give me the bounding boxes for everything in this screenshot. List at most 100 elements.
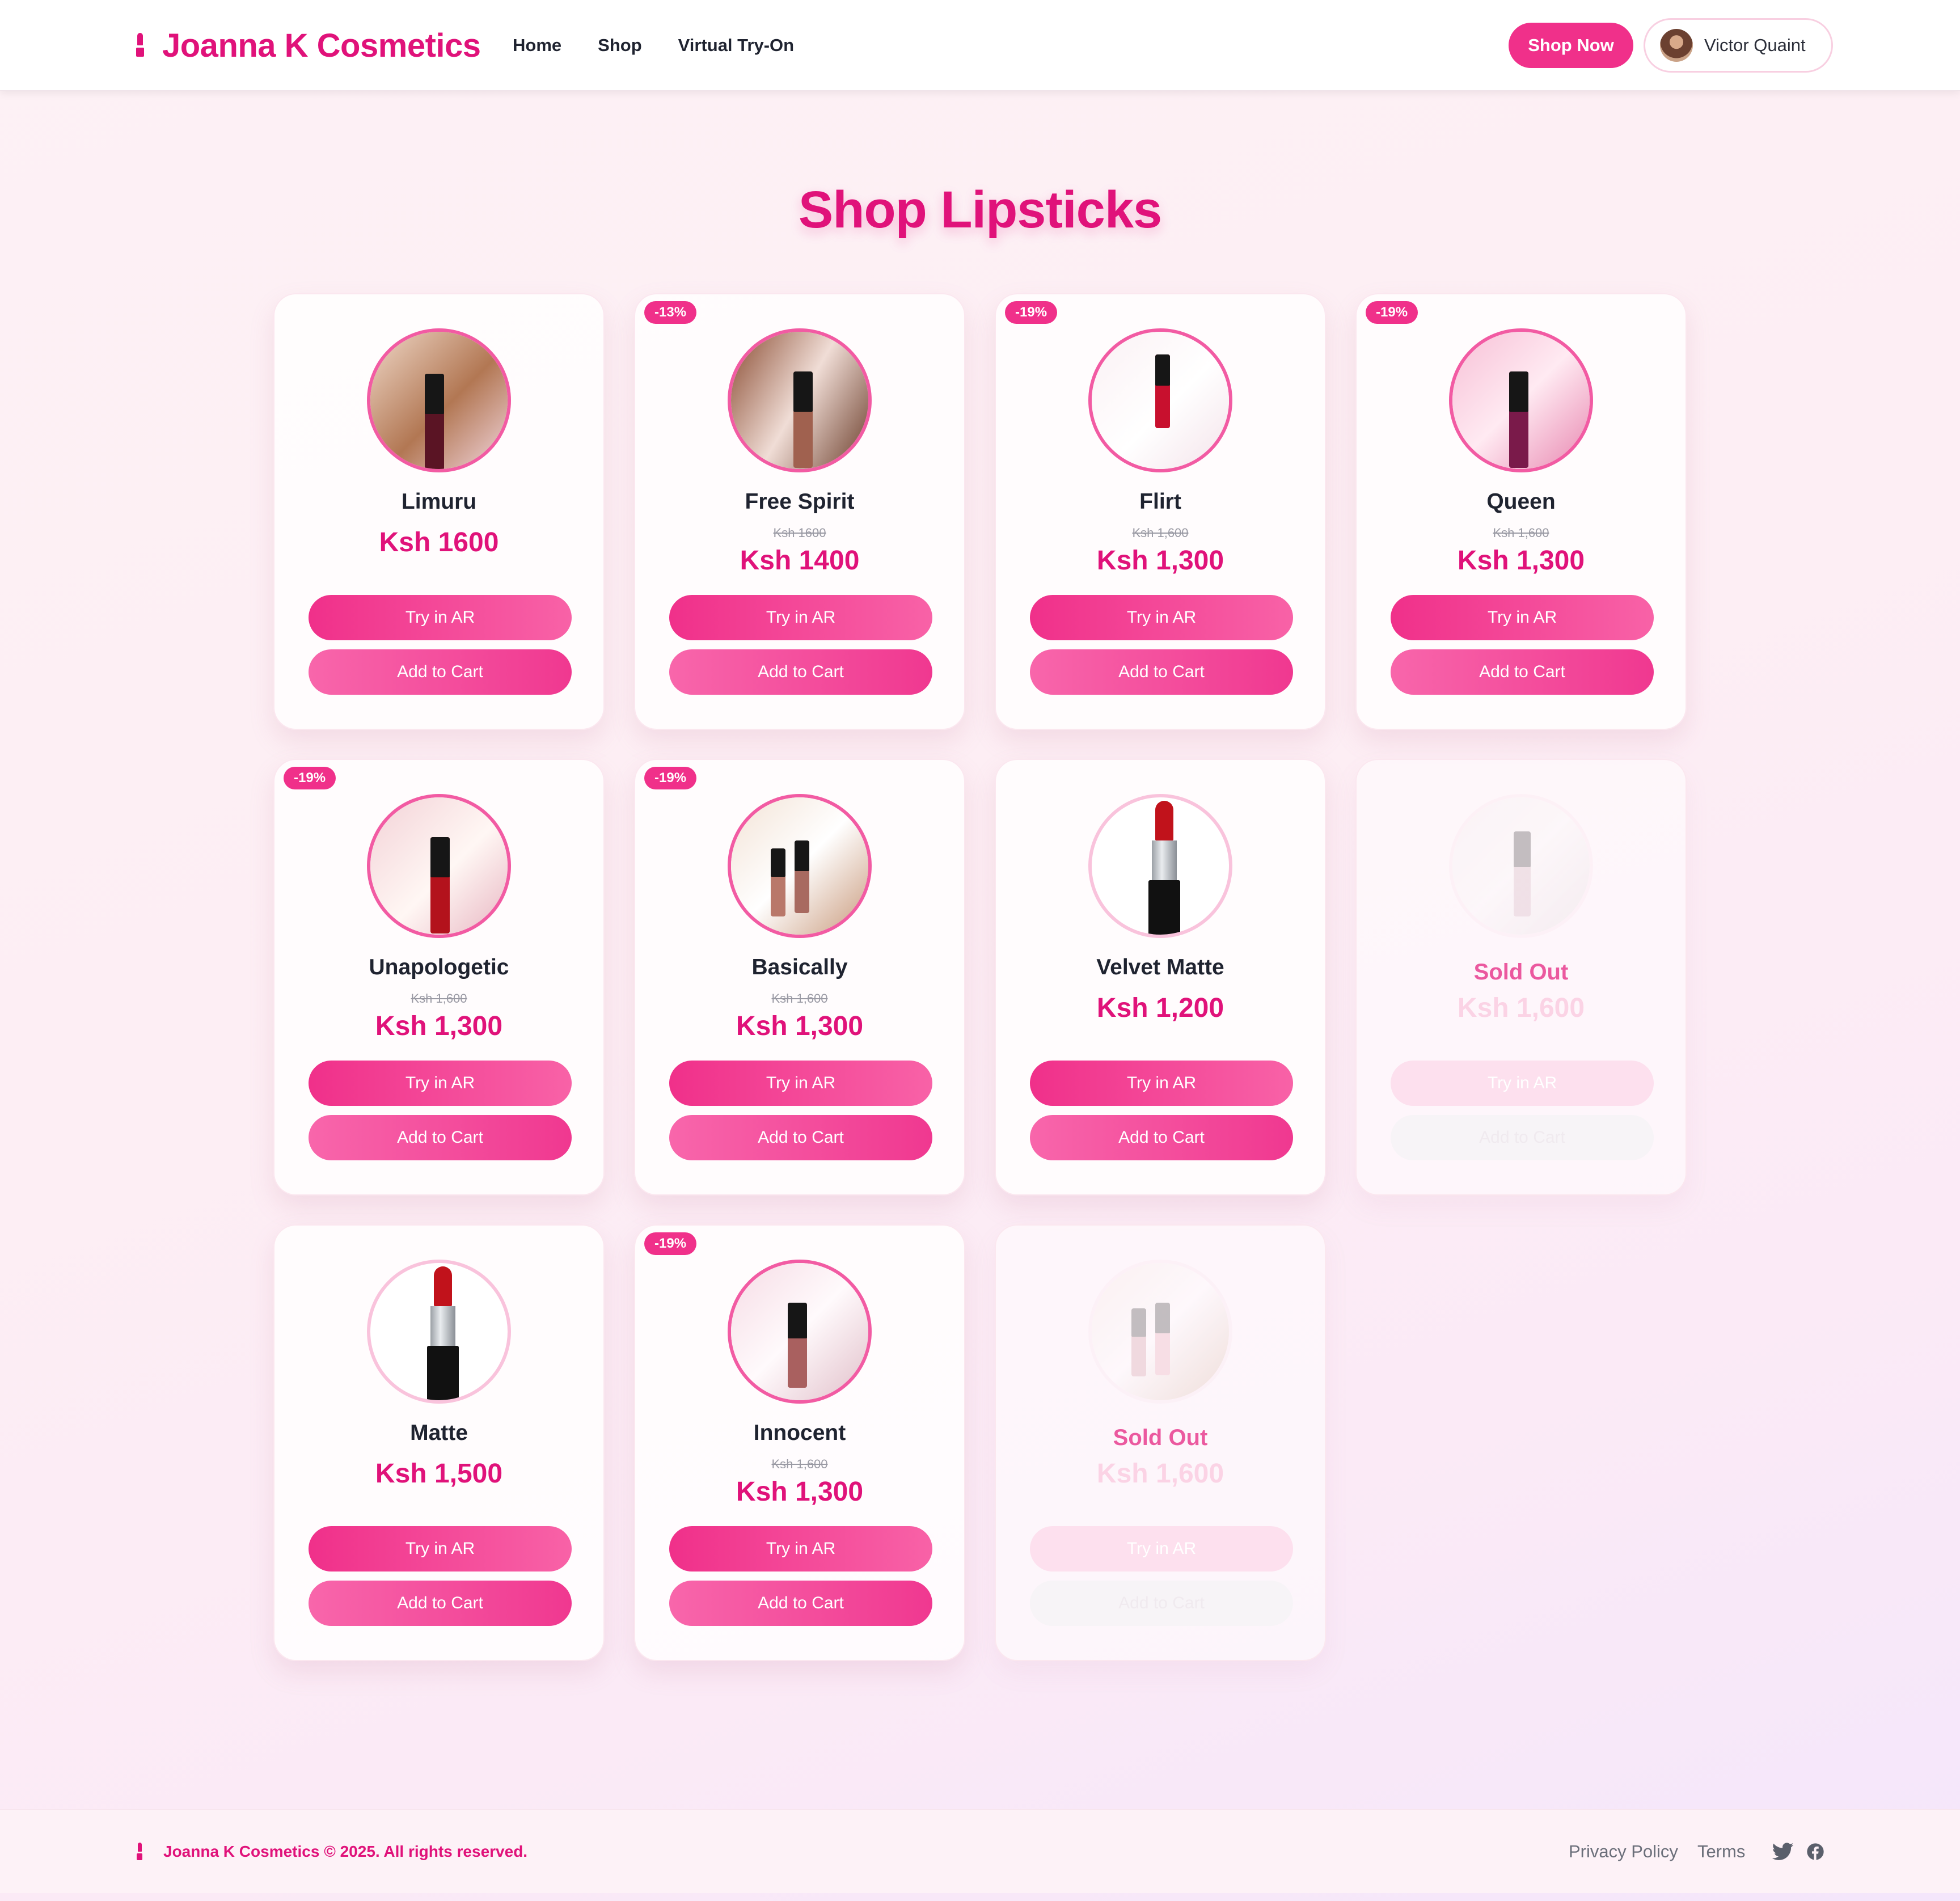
page-title: Shop Lipsticks	[798, 181, 1162, 239]
product-price: Ksh 1600	[379, 527, 499, 557]
product-image[interactable]	[367, 1260, 511, 1404]
site-footer: Joanna K Cosmetics © 2025. All rights re…	[0, 1809, 1960, 1893]
privacy-policy-link[interactable]: Privacy Policy	[1569, 1841, 1678, 1862]
try-in-ar-button[interactable]: Try in AR	[1391, 595, 1654, 640]
add-to-cart-button[interactable]: Add to Cart	[669, 1581, 932, 1626]
product-card: -19% Basically Ksh 1,600 Ksh 1,300 Try i…	[634, 759, 965, 1195]
product-card: -19% Flirt Ksh 1,600 Ksh 1,300 Try in AR…	[995, 293, 1326, 730]
add-to-cart-button: Add to Cart	[1391, 1115, 1654, 1160]
product-card: -19% Unapologetic Ksh 1,600 Ksh 1,300 Tr…	[273, 759, 605, 1195]
nav-virtual-try-on[interactable]: Virtual Try-On	[678, 35, 794, 56]
original-price: Ksh 1600	[773, 526, 826, 540]
social-links	[1772, 1843, 1824, 1861]
lipstick-icon	[136, 1843, 143, 1861]
product-name: Limuru	[401, 489, 477, 514]
try-in-ar-button[interactable]: Try in AR	[309, 1061, 572, 1106]
product-name: Free Spirit	[745, 489, 855, 514]
discount-badge: -19%	[284, 767, 336, 789]
facebook-icon[interactable]	[1806, 1843, 1824, 1861]
avatar	[1660, 29, 1693, 62]
product-name: Queen	[1486, 489, 1556, 514]
original-price: Ksh 1,600	[771, 991, 828, 1006]
add-to-cart-button: Add to Cart	[1030, 1581, 1293, 1626]
lipstick-icon	[135, 33, 145, 58]
try-in-ar-button[interactable]: Try in AR	[669, 595, 932, 640]
footer-links: Privacy Policy Terms	[1569, 1835, 1824, 1869]
add-to-cart-button[interactable]: Add to Cart	[1030, 1115, 1293, 1160]
product-card: -19% Queen Ksh 1,600 Ksh 1,300 Try in AR…	[1355, 293, 1687, 730]
add-to-cart-button[interactable]: Add to Cart	[309, 649, 572, 695]
product-price: Ksh 1,300	[375, 1011, 503, 1041]
original-price: Ksh 1,600	[411, 991, 467, 1006]
product-image[interactable]	[1449, 328, 1593, 472]
original-price: Ksh 1,600	[771, 1457, 828, 1471]
try-in-ar-button[interactable]: Try in AR	[309, 595, 572, 640]
product-card: Velvet Matte Ksh 1,200 Try in AR Add to …	[995, 759, 1326, 1195]
product-name: Unapologetic	[369, 955, 509, 979]
product-image	[1088, 1260, 1232, 1404]
product-price: Ksh 1,600	[1096, 1459, 1224, 1489]
brand-name[interactable]: Joanna K Cosmetics	[162, 27, 481, 65]
shop-now-button[interactable]: Shop Now	[1509, 23, 1633, 68]
product-card: -19% Innocent Ksh 1,600 Ksh 1,300 Try in…	[634, 1224, 965, 1661]
product-name: Velvet Matte	[1096, 955, 1224, 979]
user-menu[interactable]: Victor Quaint	[1644, 18, 1833, 73]
terms-link[interactable]: Terms	[1697, 1841, 1745, 1862]
add-to-cart-button[interactable]: Add to Cart	[309, 1115, 572, 1160]
discount-badge: -19%	[644, 1232, 697, 1255]
lipstick-image	[1148, 801, 1180, 935]
product-price: Ksh 1,300	[736, 1011, 864, 1041]
product-price: Ksh 1,500	[375, 1459, 503, 1489]
site-header: Joanna K Cosmetics Home Shop Virtual Try…	[0, 0, 1960, 91]
product-image[interactable]	[728, 1260, 872, 1404]
try-in-ar-button: Try in AR	[1030, 1526, 1293, 1572]
product-image[interactable]	[728, 328, 872, 472]
try-in-ar-button[interactable]: Try in AR	[309, 1526, 572, 1572]
add-to-cart-button[interactable]: Add to Cart	[669, 649, 932, 695]
add-to-cart-button[interactable]: Add to Cart	[309, 1581, 572, 1626]
brand-logo[interactable]: Joanna K Cosmetics	[135, 23, 481, 68]
product-card: -13% Free Spirit Ksh 1600 Ksh 1400 Try i…	[634, 293, 965, 730]
discount-badge: -19%	[1005, 301, 1058, 324]
footer-brand: Joanna K Cosmetics © 2025. All rights re…	[136, 1835, 527, 1869]
product-card-sold-out: Sold Out Ksh 1,600 Try in AR Add to Cart	[995, 1224, 1326, 1661]
try-in-ar-button[interactable]: Try in AR	[669, 1061, 932, 1106]
product-card: Limuru Ksh 1600 Try in AR Add to Cart	[273, 293, 605, 730]
try-in-ar-button[interactable]: Try in AR	[669, 1526, 932, 1572]
original-price: Ksh 1,600	[1132, 526, 1189, 540]
product-image[interactable]	[367, 328, 511, 472]
nav-home[interactable]: Home	[513, 35, 561, 56]
original-price: Ksh 1,600	[1493, 526, 1549, 540]
product-price: Ksh 1400	[740, 546, 860, 576]
copyright-text: Joanna K Cosmetics © 2025. All rights re…	[163, 1843, 528, 1860]
product-card: Matte Ksh 1,500 Try in AR Add to Cart	[273, 1224, 605, 1661]
product-image	[1449, 794, 1593, 938]
nav-shop[interactable]: Shop	[598, 35, 642, 56]
product-image[interactable]	[728, 794, 872, 938]
add-to-cart-button[interactable]: Add to Cart	[1030, 649, 1293, 695]
discount-badge: -19%	[1366, 301, 1418, 324]
discount-badge: -13%	[644, 301, 697, 324]
try-in-ar-button: Try in AR	[1391, 1061, 1654, 1106]
sold-out-label: Sold Out	[1473, 960, 1569, 985]
try-in-ar-button[interactable]: Try in AR	[1030, 1061, 1293, 1106]
product-price: Ksh 1,300	[736, 1477, 864, 1507]
product-price: Ksh 1,600	[1457, 993, 1585, 1023]
product-price: Ksh 1,200	[1096, 993, 1224, 1023]
product-name: Basically	[751, 955, 848, 979]
add-to-cart-button[interactable]: Add to Cart	[669, 1115, 932, 1160]
product-name: Matte	[410, 1421, 468, 1445]
product-image[interactable]	[1088, 328, 1232, 472]
try-in-ar-button[interactable]: Try in AR	[1030, 595, 1293, 640]
product-card-sold-out: Sold Out Ksh 1,600 Try in AR Add to Cart	[1355, 759, 1687, 1195]
product-image[interactable]	[367, 794, 511, 938]
product-name: Flirt	[1139, 489, 1181, 514]
twitter-icon[interactable]	[1772, 1843, 1794, 1861]
discount-badge: -19%	[644, 767, 697, 789]
product-name: Innocent	[753, 1421, 846, 1445]
product-price: Ksh 1,300	[1457, 546, 1585, 576]
add-to-cart-button[interactable]: Add to Cart	[1391, 649, 1654, 695]
product-image[interactable]	[1088, 794, 1232, 938]
sold-out-label: Sold Out	[1113, 1425, 1208, 1450]
lipstick-image	[427, 1266, 459, 1400]
